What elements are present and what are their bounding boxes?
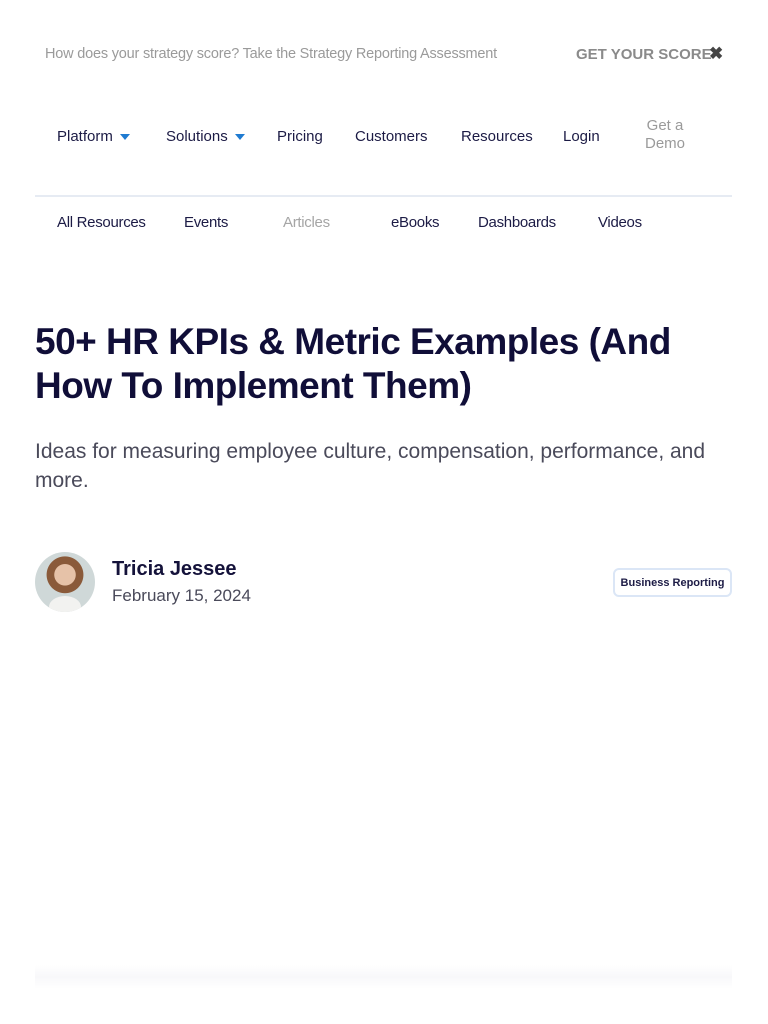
nav-login[interactable]: Login [563,128,600,145]
subnav-ebooks[interactable]: eBooks [391,214,440,231]
get-your-score-link[interactable]: GET YOUR SCORE [576,46,712,63]
subnav-events[interactable]: Events [184,214,228,231]
nav-solutions-label: Solutions [166,128,228,145]
category-tag[interactable]: Business Reporting [613,568,732,597]
banner-message[interactable]: How does your strategy score? Take the S… [45,46,497,62]
subnav-all-resources[interactable]: All Resources [57,214,146,231]
page-subtitle: Ideas for measuring employee culture, co… [35,440,706,492]
author-avatar [35,552,95,612]
subnav-videos[interactable]: Videos [598,214,642,231]
close-icon[interactable]: ✖ [709,44,723,64]
nav-solutions[interactable]: Solutions [166,128,245,145]
nav-platform[interactable]: Platform [57,128,130,145]
author-name[interactable]: Tricia Jessee [112,558,237,581]
chevron-down-icon [234,134,245,141]
subnav-dashboards[interactable]: Dashboards [478,214,556,231]
demo-line-1: Get a [646,117,684,134]
get-a-demo-button[interactable]: Get a Demo [645,117,685,153]
main-nav: Platform Solutions Pricing Customers Res… [35,84,732,197]
subnav-articles[interactable]: Articles [283,214,330,231]
nav-customers[interactable]: Customers [355,128,428,145]
page-title: 50+ HR KPIs & Metric Examples (And How T… [35,321,671,406]
publish-date: February 15, 2024 [112,586,251,605]
nav-pricing[interactable]: Pricing [277,128,323,145]
nav-platform-label: Platform [57,128,113,145]
chevron-down-icon [119,134,130,141]
nav-resources[interactable]: Resources [461,128,533,145]
announcement-banner: How does your strategy score? Take the S… [45,44,728,64]
content-divider [35,965,732,989]
demo-line-2: Demo [645,135,686,152]
